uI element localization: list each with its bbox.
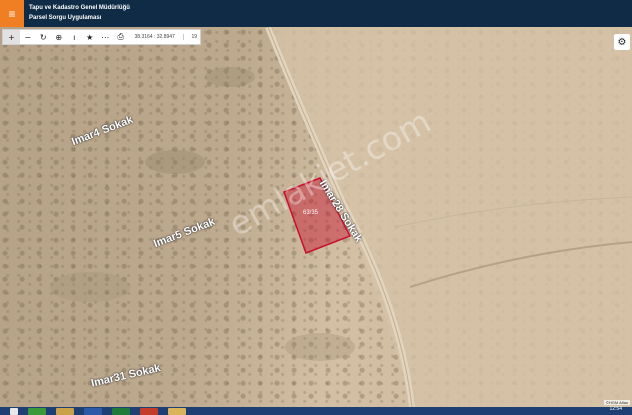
favorite-button[interactable]: ★	[82, 30, 98, 44]
favorite-icon: ★	[86, 32, 94, 42]
app-subtitle: Parsel Sorgu Uygulaması	[29, 15, 102, 21]
info-icon: ı	[73, 32, 76, 42]
zoom-in-button[interactable]: +	[3, 30, 20, 44]
word-icon[interactable]	[84, 407, 102, 415]
os-taskbar	[0, 407, 632, 415]
zoom-in-icon: +	[8, 32, 15, 42]
locate-button[interactable]: ⊕	[51, 30, 67, 44]
zoom-level: 19	[182, 34, 197, 40]
coordinate-readout: 38.3164 : 32.8947	[134, 34, 175, 40]
app-header: ≡ Tapu ve Kadastro Genel Müdürlüğü Parse…	[0, 0, 632, 27]
explorer-icon[interactable]	[56, 407, 74, 415]
zoom-out-icon: −	[24, 32, 32, 42]
map-features	[50, 27, 632, 407]
zoom-out-button[interactable]: −	[20, 30, 36, 44]
chrome-icon[interactable]	[28, 407, 46, 415]
hamburger-menu-icon: ≡	[8, 6, 16, 21]
refresh-button[interactable]: ↻	[36, 30, 52, 44]
hamburger-menu-button[interactable]: ≡	[0, 0, 24, 27]
map-toolbar: + − ↻ ⊕ ı ★ ⋯ ⎙ 38.3164 : 32.8947 19	[2, 29, 201, 45]
measure-icon: ⋯	[101, 32, 110, 42]
print-icon: ⎙	[117, 32, 124, 41]
excel-icon[interactable]	[112, 407, 130, 415]
locate-icon: ⊕	[55, 32, 63, 42]
info-button[interactable]: ı	[67, 30, 83, 44]
app-title: Tapu ve Kadastro Genel Müdürlüğü	[29, 5, 130, 11]
gear-icon: ⚙	[617, 36, 627, 48]
print-button[interactable]: ⎙	[113, 30, 129, 44]
parcel-number-label[interactable]: 63/35	[303, 210, 318, 216]
map-attribution: ©HGM Atlas	[603, 400, 630, 405]
windows-start-icon[interactable]	[10, 407, 18, 415]
map-view[interactable]: Imar4 Sokak Imar5 Sokak Imar28 Sokak Ima…	[0, 27, 632, 407]
taskbar-clock: 12:54	[609, 406, 622, 412]
refresh-icon: ↻	[39, 32, 47, 42]
measure-button[interactable]: ⋯	[98, 30, 114, 44]
powerpoint-icon[interactable]	[140, 407, 158, 415]
folder-icon[interactable]	[168, 407, 186, 415]
settings-button[interactable]: ⚙	[614, 34, 630, 50]
